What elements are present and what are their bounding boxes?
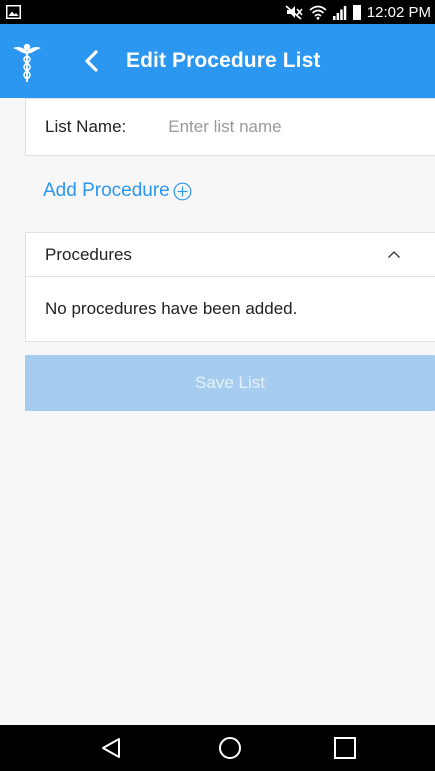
home-circle-icon [219, 737, 241, 759]
signal-icon [332, 5, 347, 20]
mute-icon [285, 4, 303, 20]
add-procedure-label: Add Procedure [43, 180, 170, 201]
screen: 12:02 PM Edit Procedure List List Name: … [0, 0, 435, 771]
navigation-bar [0, 725, 435, 771]
add-procedure-button[interactable]: Add Procedure [43, 180, 192, 202]
procedures-title: Procedures [45, 244, 132, 264]
chevron-up-icon [387, 250, 401, 259]
battery-icon [352, 4, 361, 20]
status-right: 12:02 PM [285, 4, 431, 21]
image-icon [6, 5, 21, 19]
status-left [6, 5, 21, 19]
wifi-icon [309, 5, 327, 20]
plus-circle-icon [173, 182, 192, 201]
nav-recents-button[interactable] [315, 725, 375, 771]
back-triangle-icon [102, 738, 120, 758]
list-name-label: List Name: [45, 117, 127, 136]
app-bar: Edit Procedure List [0, 24, 435, 98]
nav-back-button[interactable] [81, 725, 141, 771]
procedures-header[interactable]: Procedures [26, 233, 435, 277]
caduceus-icon [10, 37, 44, 85]
nav-home-button[interactable] [200, 725, 260, 771]
list-name-card: List Name: [25, 98, 435, 156]
recents-square-icon [334, 737, 356, 759]
procedures-panel: Procedures No procedures have been added… [25, 232, 435, 342]
chevron-left-icon [85, 50, 98, 72]
status-time: 12:02 PM [366, 3, 431, 21]
procedures-empty-message: No procedures have been added. [45, 299, 298, 318]
list-name-input[interactable] [168, 117, 399, 137]
save-list-button[interactable]: Save List [25, 355, 435, 411]
page-title: Edit Procedure List [126, 49, 321, 72]
back-button[interactable] [74, 39, 108, 83]
status-bar: 12:02 PM [0, 0, 435, 24]
